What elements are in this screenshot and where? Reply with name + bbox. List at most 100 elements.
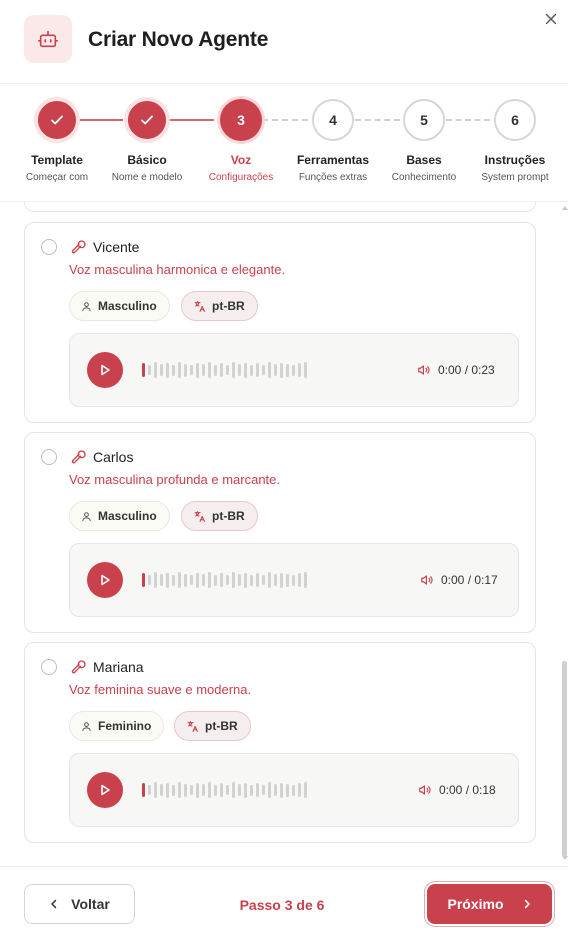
waveform-bar (154, 782, 157, 798)
step-connector (446, 119, 490, 121)
gender-badge: Masculino (69, 291, 170, 321)
volume-icon[interactable] (418, 783, 432, 797)
voice-card[interactable] (24, 202, 536, 212)
waveform-bar (184, 783, 187, 797)
voice-description: Voz masculina profunda e marcante. (69, 472, 281, 487)
waveform-bar (250, 364, 253, 376)
audio-player: 0:00 / 0:17 (69, 543, 519, 617)
waveform-bar (172, 364, 175, 376)
dialog-header: Criar Novo Agente (0, 0, 568, 84)
waveform-bar (280, 782, 283, 798)
scroll-up-icon[interactable] (562, 206, 568, 210)
waveform-bar (172, 784, 175, 796)
waveform-bar (268, 572, 271, 588)
translate-icon (194, 300, 205, 312)
audio-time: 0:00 / 0:17 (441, 573, 498, 587)
play-icon (101, 574, 110, 586)
waveform-bar (256, 363, 259, 377)
voice-card[interactable]: Carlos Voz masculina profunda e marcante… (24, 432, 536, 633)
audio-player: 0:00 / 0:23 (69, 333, 519, 407)
waveform-bar (286, 573, 289, 587)
microphone-icon (71, 449, 87, 465)
user-icon (82, 511, 91, 521)
waveform-bar (142, 573, 145, 587)
waveform-bar (184, 363, 187, 377)
volume-icon[interactable] (420, 573, 434, 587)
play-button[interactable] (87, 562, 123, 598)
waveform-bar (184, 573, 187, 587)
play-button[interactable] (87, 772, 123, 808)
waveform-bar (220, 573, 223, 587)
check-icon (36, 99, 78, 141)
waveform-bar (286, 783, 289, 797)
waveform-bar (262, 365, 265, 375)
waveform-bar (166, 572, 169, 588)
step-number: 3 (220, 99, 262, 141)
step-indicator: Passo 3 de 6 (239, 897, 325, 913)
play-icon (101, 364, 110, 376)
waveform-bar (148, 365, 151, 375)
scrollbar-thumb[interactable] (562, 661, 567, 857)
waveform-bar (238, 574, 241, 586)
waveform-bar (160, 574, 163, 586)
waveform-bar (154, 362, 157, 378)
close-icon[interactable] (541, 9, 561, 29)
waveform-bar (232, 572, 235, 588)
waveform-bar (244, 782, 247, 798)
voice-card[interactable]: Vicente Voz masculina harmonica e elegan… (24, 222, 536, 423)
waveform-bar (154, 572, 157, 588)
waveform-bar (304, 782, 307, 798)
waveform-bar (142, 783, 145, 797)
voice-radio[interactable] (41, 239, 57, 255)
waveform-bar (238, 364, 241, 376)
waveform-bar (298, 573, 301, 587)
waveform-bar (208, 362, 211, 378)
waveform-bar (292, 574, 295, 586)
waveform-bar (250, 784, 253, 796)
scrollbar[interactable] (561, 206, 568, 866)
waveform-bar (148, 575, 151, 585)
waveform-bar (226, 575, 229, 585)
waveform[interactable] (142, 572, 307, 588)
chevron-left-icon (51, 899, 57, 909)
play-button[interactable] (87, 352, 123, 388)
play-icon (101, 784, 110, 796)
step-connector (79, 119, 123, 121)
waveform-bar (178, 782, 181, 798)
waveform-bar (190, 785, 193, 795)
voice-radio[interactable] (41, 659, 57, 675)
waveform-bar (214, 364, 217, 376)
waveform-bar (232, 782, 235, 798)
waveform-bar (238, 784, 241, 796)
waveform-bar (208, 572, 211, 588)
language-label: pt-BR (205, 719, 238, 733)
voice-list[interactable]: Vicente Voz masculina harmonica e elegan… (0, 202, 568, 866)
waveform-bar (196, 362, 199, 378)
gender-label: Masculino (98, 299, 157, 313)
waveform-bar (178, 362, 181, 378)
waveform-bar (196, 572, 199, 588)
microphone-icon (71, 659, 87, 675)
voice-card[interactable]: Mariana Voz feminina suave e moderna. Fe… (24, 642, 536, 843)
waveform-bar (226, 785, 229, 795)
waveform[interactable] (142, 362, 307, 378)
chevron-right-icon (524, 899, 530, 909)
waveform-bar (304, 362, 307, 378)
gender-label: Masculino (98, 509, 157, 523)
scroll-down-icon[interactable] (562, 856, 568, 860)
microphone-icon (71, 239, 87, 255)
step-number: 5 (403, 99, 445, 141)
step-connector (262, 119, 308, 121)
waveform-bar (298, 783, 301, 797)
voice-name: Mariana (93, 659, 144, 675)
waveform-bar (166, 362, 169, 378)
voice-name: Vicente (93, 239, 140, 255)
next-button[interactable]: Próximo (427, 884, 552, 924)
voice-radio[interactable] (41, 449, 57, 465)
language-badge: pt-BR (181, 501, 258, 531)
back-button[interactable]: Voltar (24, 884, 135, 924)
voice-description: Voz masculina harmonica e elegante. (69, 262, 286, 277)
volume-icon[interactable] (417, 363, 431, 377)
waveform[interactable] (142, 782, 307, 798)
step-number: 4 (312, 99, 354, 141)
